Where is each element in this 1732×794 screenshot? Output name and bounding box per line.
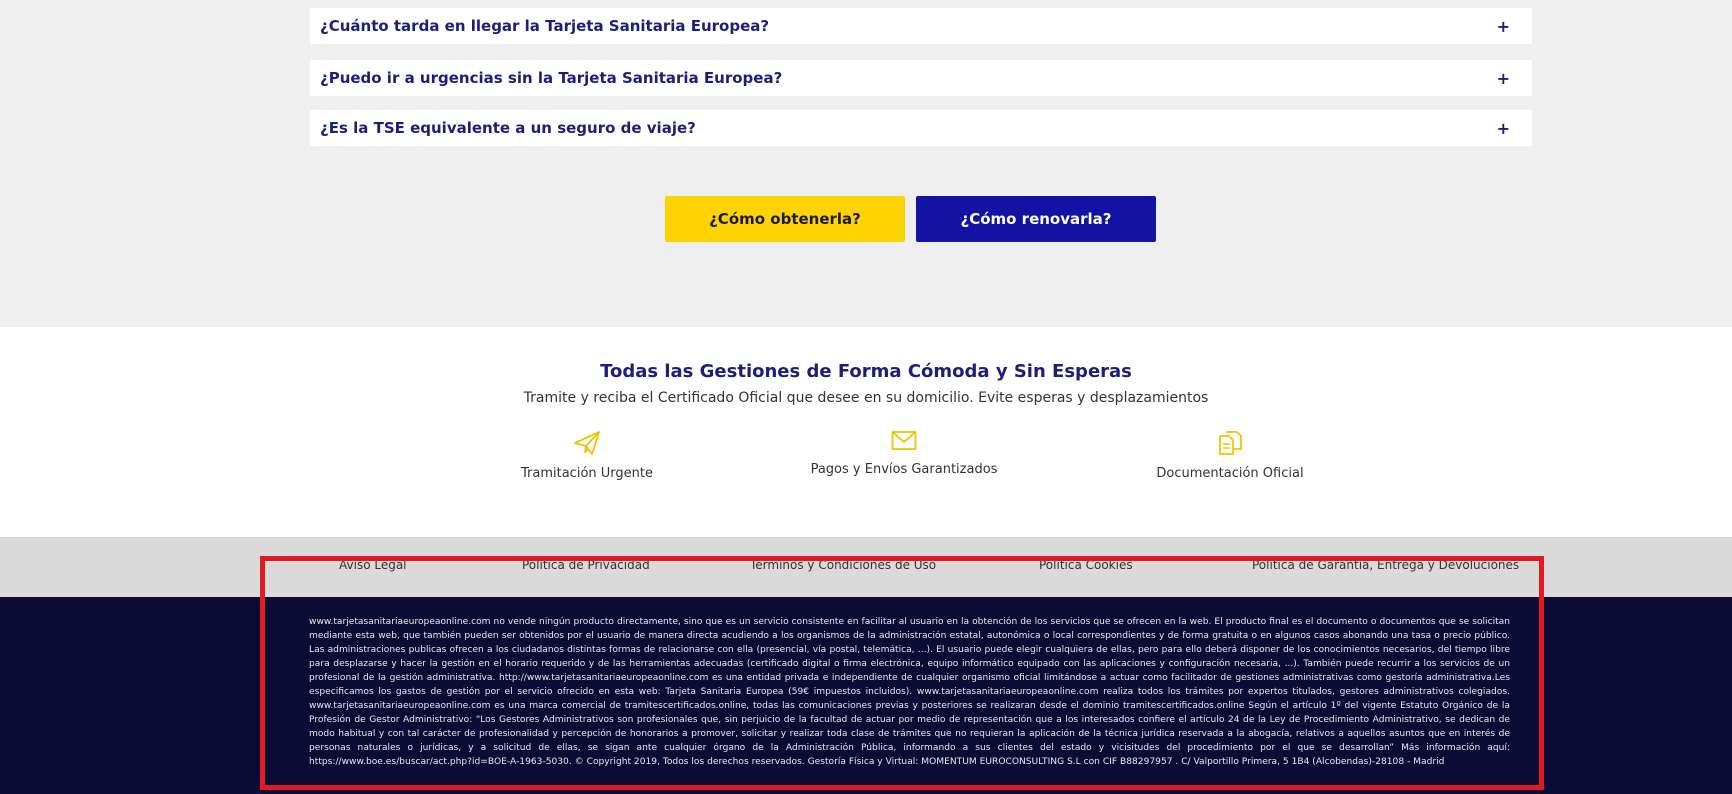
documents-icon xyxy=(1219,431,1242,455)
renew-button[interactable]: ¿Cómo renovarla? xyxy=(916,196,1156,242)
footer-links-bar: Aviso Legal Política de Privacidad Térmi… xyxy=(0,537,1732,597)
legal-notice-link[interactable]: Aviso Legal xyxy=(339,558,407,572)
feature-label: Pagos y Envíos Garantizados xyxy=(810,462,998,477)
obtain-button[interactable]: ¿Cómo obtenerla? xyxy=(665,196,905,242)
terms-link[interactable]: Términos y Condiciones de Uso xyxy=(750,558,936,572)
plus-icon[interactable]: + xyxy=(1497,69,1510,88)
paper-plane-icon xyxy=(574,431,600,455)
features-section: Todas las Gestiones de Forma Cómoda y Si… xyxy=(0,327,1732,537)
faq-question: ¿Cuánto tarda en llegar la Tarjeta Sanit… xyxy=(320,17,770,35)
faq-question: ¿Puedo ir a urgencias sin la Tarjeta San… xyxy=(320,69,783,87)
feature-urgent: Tramitación Urgente xyxy=(457,430,717,481)
feature-documents: Documentación Oficial xyxy=(1100,430,1360,481)
features-title: Todas las Gestiones de Forma Cómoda y Si… xyxy=(600,361,1132,382)
privacy-policy-link[interactable]: Política de Privacidad xyxy=(522,558,650,572)
feature-label: Tramitación Urgente xyxy=(521,466,653,481)
legal-footer: www.tarjetasanitariaeuropeaonline.com no… xyxy=(0,597,1732,794)
features-subtitle: Tramite y reciba el Certificado Oficial … xyxy=(523,390,1209,406)
cookies-policy-link[interactable]: Política Cookies xyxy=(1039,558,1133,572)
faq-question: ¿Es la TSE equivalente a un seguro de vi… xyxy=(320,119,696,137)
guarantee-policy-link[interactable]: Política de Garantía, Entrega y Devoluci… xyxy=(1252,558,1519,572)
envelope-icon xyxy=(891,431,917,450)
plus-icon[interactable]: + xyxy=(1497,119,1510,138)
faq-item-travel-insurance[interactable]: ¿Es la TSE equivalente a un seguro de vi… xyxy=(310,110,1532,146)
faq-item-emergency[interactable]: ¿Puedo ir a urgencias sin la Tarjeta San… xyxy=(310,60,1532,96)
feature-label: Documentación Oficial xyxy=(1156,466,1304,481)
faq-item-delivery-time[interactable]: ¿Cuánto tarda en llegar la Tarjeta Sanit… xyxy=(310,8,1532,44)
plus-icon[interactable]: + xyxy=(1497,17,1510,36)
legal-disclaimer: www.tarjetasanitariaeuropeaonline.com no… xyxy=(309,617,1510,767)
faq-section: ¿Cuánto tarda en llegar la Tarjeta Sanit… xyxy=(0,0,1732,327)
feature-payments: Pagos y Envíos Garantizados xyxy=(774,430,1034,477)
